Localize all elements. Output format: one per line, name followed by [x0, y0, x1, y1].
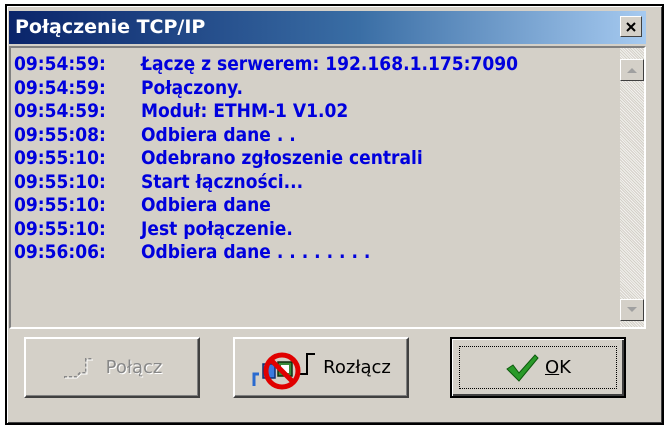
log-message: Łączę z serwerem: 192.168.1.175:7090	[141, 53, 519, 75]
log-message: Moduł: ETHM-1 V1.02	[141, 100, 349, 122]
log-message: Odbiera dane	[141, 194, 271, 216]
ok-button[interactable]: OK	[450, 337, 626, 398]
log-line: 09:55:08: Odbiera dane . .	[14, 124, 614, 148]
close-button[interactable]	[620, 16, 642, 37]
log-time: 09:55:10:	[14, 194, 106, 216]
connect-button-label: Połącz	[105, 357, 163, 378]
log-line: 09:55:10: Odbiera dane	[14, 194, 614, 218]
log-message: Połączony.	[141, 76, 244, 99]
log-message: Jest połączenie.	[141, 217, 293, 240]
log-time: 09:55:10:	[14, 147, 106, 169]
log-line: 09:55:10: Start łączności...	[14, 171, 614, 195]
scroll-up-button[interactable]	[620, 59, 644, 81]
disconnect-plug-icon	[252, 352, 316, 389]
log-message: Start łączności...	[141, 170, 304, 193]
log-message: Odbiera dane . . . . . . . .	[141, 241, 371, 263]
disconnect-button[interactable]: Rozłącz	[233, 337, 409, 398]
log-time: 09:54:59:	[14, 100, 106, 122]
log-listbox[interactable]: 09:54:59: Łączę z serwerem: 192.168.1.175…	[9, 46, 646, 329]
arrow-up-icon	[627, 68, 637, 73]
log-time: 09:55:08:	[14, 123, 106, 146]
scroll-down-button[interactable]	[620, 299, 644, 321]
log-message: Odebrano zgłoszenie centrali	[141, 147, 423, 169]
close-icon	[626, 21, 636, 32]
log-time: 09:56:06:	[14, 241, 106, 263]
window-title: Połączenie TCP/IP	[15, 16, 206, 38]
log-time: 09:55:10:	[14, 170, 106, 193]
log-time: 09:54:59:	[14, 53, 106, 75]
disconnect-button-label: Rozłącz	[323, 357, 391, 378]
title-bar[interactable]: Połączenie TCP/IP	[9, 11, 646, 44]
log-line: 09:55:10: Odebrano zgłoszenie centrali	[14, 147, 614, 171]
log-line: 09:54:59: Moduł: ETHM-1 V1.02	[14, 100, 614, 124]
log-line: 09:54:59: Łączę z serwerem: 192.168.1.175…	[14, 53, 614, 77]
log-line: 09:54:59: Połączony.	[14, 77, 614, 101]
log-lines: 09:54:59: Łączę z serwerem: 192.168.1.175…	[14, 53, 614, 265]
arrow-down-icon	[627, 307, 637, 312]
connect-button[interactable]: Połącz	[24, 337, 200, 398]
log-time: 09:55:10:	[14, 217, 106, 240]
log-line: 09:56:06: Odbiera dane . . . . . . . .	[14, 241, 614, 265]
connect-plug-icon	[63, 357, 93, 378]
log-line: 09:55:10: Jest połączenie.	[14, 218, 614, 242]
log-time: 09:54:59:	[14, 76, 106, 99]
focus-rectangle	[459, 346, 617, 389]
vertical-scrollbar[interactable]	[620, 48, 644, 327]
log-message: Odbiera dane . .	[141, 123, 296, 146]
